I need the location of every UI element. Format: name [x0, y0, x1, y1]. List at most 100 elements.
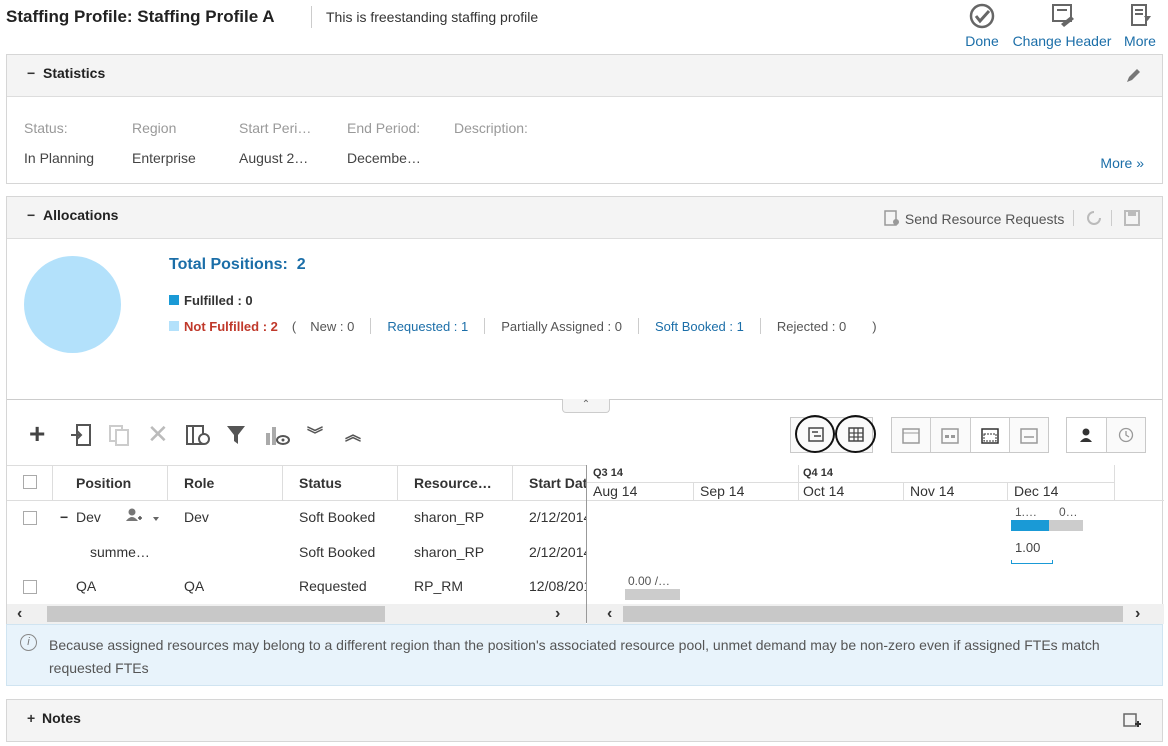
calendar-week-icon	[1020, 428, 1038, 444]
copy-icon[interactable]	[107, 423, 131, 447]
collapse-icon[interactable]: −	[27, 65, 35, 81]
edit-header-icon	[1052, 4, 1074, 27]
person-icon	[1080, 428, 1093, 442]
assign-resource-icon[interactable]	[123, 507, 163, 525]
gantt-qa-bar[interactable]	[625, 589, 680, 600]
year-view-button[interactable]	[892, 418, 932, 452]
resource-cell: sharon_RP	[414, 544, 485, 560]
right-horizontal-scrollbar[interactable]: ‹ ›	[587, 604, 1164, 624]
filter-icon[interactable]	[225, 423, 247, 447]
more-label: More	[1124, 33, 1156, 49]
row-checkbox[interactable]	[23, 511, 37, 525]
gantt-dev-bar-remaining[interactable]	[1049, 520, 1083, 531]
breakdown-new: New : 0	[310, 318, 355, 334]
allocations-panel: − Allocations Send Resource Requests Tot…	[6, 196, 1164, 686]
pencil-icon[interactable]	[1124, 67, 1142, 85]
col-header-status[interactable]: Status	[299, 475, 342, 491]
breakdown-close-paren: )	[872, 318, 877, 334]
fulfilled-swatch	[169, 295, 179, 305]
scroll-left-icon[interactable]: ‹	[607, 605, 612, 623]
statistics-title: Statistics	[43, 65, 106, 81]
month-view-button[interactable]	[970, 418, 1010, 452]
scrollbar-thumb[interactable]	[47, 606, 385, 622]
more-button[interactable]: More	[1120, 2, 1160, 49]
page-title: Staffing Profile: Staffing Profile A	[6, 7, 275, 26]
col-header-role[interactable]: Role	[184, 475, 214, 491]
col-header-position[interactable]: Position	[76, 475, 131, 491]
not-fulfilled-legend: Not Fulfilled : 2 ( New : 0 Requested : …	[169, 318, 877, 334]
gantt-summer-value: 1.00	[1015, 540, 1041, 555]
position-link-dev[interactable]: Dev	[76, 509, 101, 525]
scroll-left-icon[interactable]: ‹	[17, 605, 22, 623]
scroll-right-icon[interactable]: ›	[1135, 605, 1140, 623]
collapse-all-icon[interactable]: ︽	[345, 425, 361, 447]
gantt-qa-value: 0.00 /…	[628, 574, 671, 588]
start-date-cell: 12/08/2014	[529, 578, 586, 594]
scrollbar-thumb[interactable]	[623, 606, 1123, 622]
refresh-icon[interactable]	[1085, 209, 1103, 227]
toolbar-separator	[1111, 210, 1112, 226]
calendar-month-icon	[980, 428, 999, 444]
change-header-button[interactable]: Change Header	[1011, 2, 1113, 49]
col-header-resource[interactable]: Resource…	[414, 475, 492, 491]
gantt-view-icon	[808, 427, 824, 442]
gantt-view-button[interactable]	[795, 415, 835, 453]
quarter-q3: Q3 14	[593, 467, 623, 479]
hours-view-button[interactable]	[1107, 418, 1146, 452]
not-fulfilled-swatch	[169, 321, 179, 331]
stat-region-value: Enterprise	[132, 150, 196, 166]
delete-icon[interactable]: ✕	[147, 421, 169, 447]
left-horizontal-scrollbar[interactable]: ‹ ›	[7, 604, 586, 624]
allocations-header[interactable]: − Allocations Send Resource Requests	[7, 197, 1162, 239]
save-icon[interactable]	[1123, 209, 1141, 227]
status-cell: Requested	[299, 578, 367, 594]
add-note-icon[interactable]	[1122, 712, 1142, 730]
gantt-summer-bar[interactable]	[1011, 560, 1053, 564]
expand-all-icon[interactable]: ︾	[307, 425, 323, 447]
start-date-cell: 2/12/2014	[529, 544, 586, 560]
time-scale-group	[891, 417, 1049, 453]
column-divider	[167, 465, 168, 500]
breakdown-soft-booked[interactable]: Soft Booked : 1	[655, 319, 744, 334]
breakdown-requested[interactable]: Requested : 1	[387, 319, 468, 334]
scroll-right-icon[interactable]: ›	[555, 605, 560, 623]
not-fulfilled-label: Not Fulfilled : 2	[184, 318, 278, 334]
done-label: Done	[965, 33, 999, 49]
import-icon[interactable]	[69, 423, 93, 447]
position-link-qa[interactable]: QA	[76, 578, 96, 594]
breakdown-separator	[484, 318, 486, 334]
month-divider	[693, 483, 694, 500]
grid-pane-divider[interactable]	[586, 465, 587, 623]
send-requests-label: Send Resource Requests	[904, 211, 1065, 227]
fulfilled-legend: Fulfilled : 0	[169, 293, 253, 308]
total-positions-label: Total Positions:	[169, 256, 288, 273]
select-all-checkbox[interactable]	[23, 475, 37, 489]
statistics-more-link[interactable]: More »	[1100, 155, 1144, 171]
view-bars-icon[interactable]	[263, 423, 291, 447]
table-view-button[interactable]	[835, 415, 876, 453]
month-nov: Nov 14	[910, 483, 955, 499]
week-view-button[interactable]	[1010, 418, 1048, 452]
month-divider	[903, 483, 904, 500]
grid-top-line	[7, 465, 586, 466]
collapse-splitter-button[interactable]: ⌃	[562, 399, 610, 413]
quarter-view-button[interactable]	[931, 418, 971, 452]
fte-view-button[interactable]	[1067, 418, 1107, 452]
done-button[interactable]: Done	[961, 2, 1003, 49]
statistics-header[interactable]: − Statistics	[7, 55, 1162, 97]
configure-columns-icon[interactable]	[185, 423, 211, 447]
collapse-row-icon[interactable]: −	[60, 509, 68, 525]
expand-icon[interactable]: +	[27, 710, 35, 726]
more-doc-icon	[1131, 4, 1151, 26]
send-resource-requests-button[interactable]: Send Resource Requests	[883, 209, 1064, 227]
add-icon[interactable]: +	[29, 420, 45, 448]
notes-panel[interactable]: + Notes	[6, 699, 1163, 742]
month-aug: Aug 14	[593, 483, 638, 499]
col-header-start-date[interactable]: Start Dat	[529, 475, 586, 491]
collapse-icon[interactable]: −	[27, 207, 35, 223]
assignment-link-summer[interactable]: summe…	[90, 544, 150, 560]
clock-icon	[1118, 427, 1133, 443]
row-checkbox[interactable]	[23, 580, 37, 594]
gantt-dev-bar-assigned[interactable]	[1011, 520, 1049, 531]
breakdown-separator	[759, 318, 761, 334]
